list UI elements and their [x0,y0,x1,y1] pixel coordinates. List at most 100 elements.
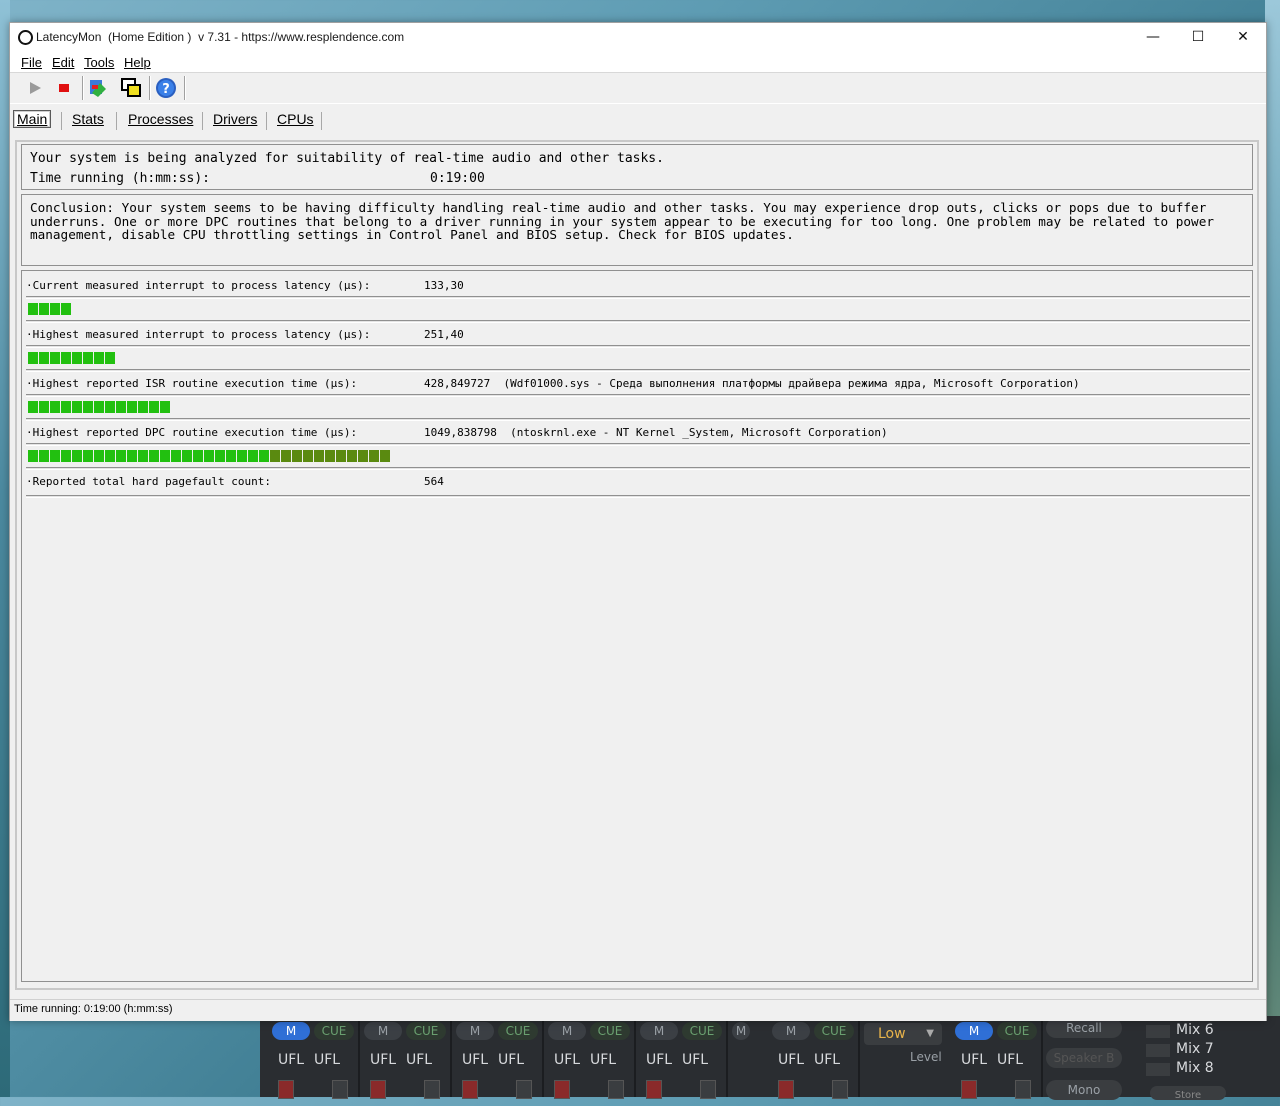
help-icon[interactable]: ? [155,77,177,99]
tab-main[interactable]: Main [13,110,52,128]
metric-value: 564 [424,475,444,488]
mono-button[interactable]: Mono [1046,1080,1122,1100]
mute-button[interactable]: M [772,1022,810,1040]
toolbar: ? [10,73,1266,104]
ufl-label: UFL [590,1052,617,1068]
mute-button[interactable]: M [456,1022,494,1040]
metric-label: ·Highest reported ISR routine execution … [26,377,358,390]
cue-button[interactable]: CUE [590,1022,630,1040]
low-dropdown[interactable]: Low ▼ [864,1023,942,1045]
tab-cpus[interactable]: CPUs [277,111,314,127]
cue-button[interactable]: CUE [406,1022,446,1040]
mute-button[interactable]: M [548,1022,586,1040]
status-panel: Your system is being analyzed for suitab… [21,144,1253,190]
latency-bar-segment [105,401,115,413]
ufl-label: UFL [778,1052,805,1068]
speaker-b-button[interactable]: Speaker B [1046,1048,1122,1068]
fader-handle[interactable] [646,1080,662,1099]
latency-bar-segment [303,450,313,462]
latency-bar-segment [28,401,38,413]
metric-value: 251,40 [424,328,464,341]
menu-bar: File Edit Tools Help [10,52,1266,73]
mute-button[interactable]: M [364,1022,402,1040]
tab-separator [116,112,117,130]
mix-item[interactable]: Mix 8 [1144,1060,1274,1079]
fader-handle[interactable] [778,1080,794,1099]
ufl-label: UFL [646,1052,673,1068]
mute-button[interactable]: M [955,1022,993,1040]
tab-strip: Main Stats Processes Drivers CPUs [10,104,1266,134]
time-running-label: Time running (h:mm:ss): [30,171,211,186]
close-button[interactable]: ✕ [1220,23,1266,52]
mix-item[interactable]: Mix 6 [1144,1022,1274,1041]
mix-item[interactable]: Mix 7 [1144,1041,1274,1060]
cue-button[interactable]: CUE [314,1022,354,1040]
latency-bar-segment [380,450,390,462]
mute-button[interactable]: M [640,1022,678,1040]
fader-handle[interactable] [961,1080,977,1099]
fader-handle[interactable] [832,1080,848,1099]
fader-handle[interactable] [370,1080,386,1099]
analyze-icon[interactable] [88,77,110,99]
latency-bar-segment [28,303,38,315]
latency-bar-segment [61,303,71,315]
fader-handle[interactable] [462,1080,478,1099]
ufl-label: UFL [498,1052,525,1068]
mute-button[interactable]: M [732,1022,750,1040]
store-button[interactable]: Store [1150,1086,1226,1101]
latency-bar-segment [50,450,60,462]
fader-handle[interactable] [424,1080,440,1099]
latency-bar-segment [116,450,126,462]
mute-button[interactable]: M [272,1022,310,1040]
audio-mixer-strip: M CUE UFL UFL M CUE UFL UFL M CUE UFL UFL M CUE UFL UFL… [260,1016,1280,1101]
tab-separator [266,112,267,130]
svg-text:?: ? [162,82,170,97]
separator-rule [26,394,1250,397]
tab-processes[interactable]: Processes [128,111,193,127]
metric-label: ·Highest reported DPC routine execution … [26,426,358,439]
tab-drivers[interactable]: Drivers [213,111,257,127]
fader-handle[interactable] [516,1080,532,1099]
latency-bar-segment [336,450,346,462]
ufl-label: UFL [462,1052,489,1068]
latency-bar-segment [149,401,159,413]
tab-stats[interactable]: Stats [72,111,104,127]
menu-tools[interactable]: Tools [84,55,114,70]
menu-edit[interactable]: Edit [52,55,74,70]
latency-bar-segment [204,450,214,462]
cue-button[interactable]: CUE [498,1022,538,1040]
window-title: LatencyMon (Home Edition ) v 7.31 - http… [36,30,405,44]
cue-button[interactable]: CUE [682,1022,722,1040]
menu-file[interactable]: File [21,55,42,70]
recall-button[interactable]: Recall [1046,1018,1122,1038]
status-bar: Time running: 0:19:00 (h:mm:ss) [10,999,1266,1021]
ufl-label: UFL [961,1052,988,1068]
latency-bar-segment [61,352,71,364]
fader-handle[interactable] [554,1080,570,1099]
fader-handle[interactable] [700,1080,716,1099]
maximize-button[interactable]: ☐ [1175,23,1221,52]
latency-bar-segment [61,401,71,413]
fader-handle[interactable] [278,1080,294,1099]
title-bar[interactable]: LatencyMon (Home Edition ) v 7.31 - http… [10,23,1266,52]
fader-handle[interactable] [1015,1080,1031,1099]
latency-bar-segment [39,450,49,462]
channel-divider [450,1016,452,1097]
latency-bar-segment [325,450,335,462]
fader-handle[interactable] [608,1080,624,1099]
cue-button[interactable]: CUE [814,1022,854,1040]
fader-handle[interactable] [332,1080,348,1099]
latency-bar-segment [127,450,137,462]
menu-help[interactable]: Help [124,55,151,70]
metric-label: ·Highest measured interrupt to process l… [26,328,371,341]
cue-button[interactable]: CUE [997,1022,1037,1040]
play-icon[interactable] [24,77,46,99]
stop-icon[interactable] [53,77,75,99]
separator-rule [26,467,1250,470]
metric-value: 428,849727 (Wdf01000.sys - Среда выполне… [424,377,1080,390]
channel-divider [358,1016,360,1097]
latency-bar-segment [314,450,324,462]
minimize-button[interactable]: — [1130,23,1176,52]
latency-bar [28,449,391,463]
windows-icon[interactable] [120,77,142,99]
